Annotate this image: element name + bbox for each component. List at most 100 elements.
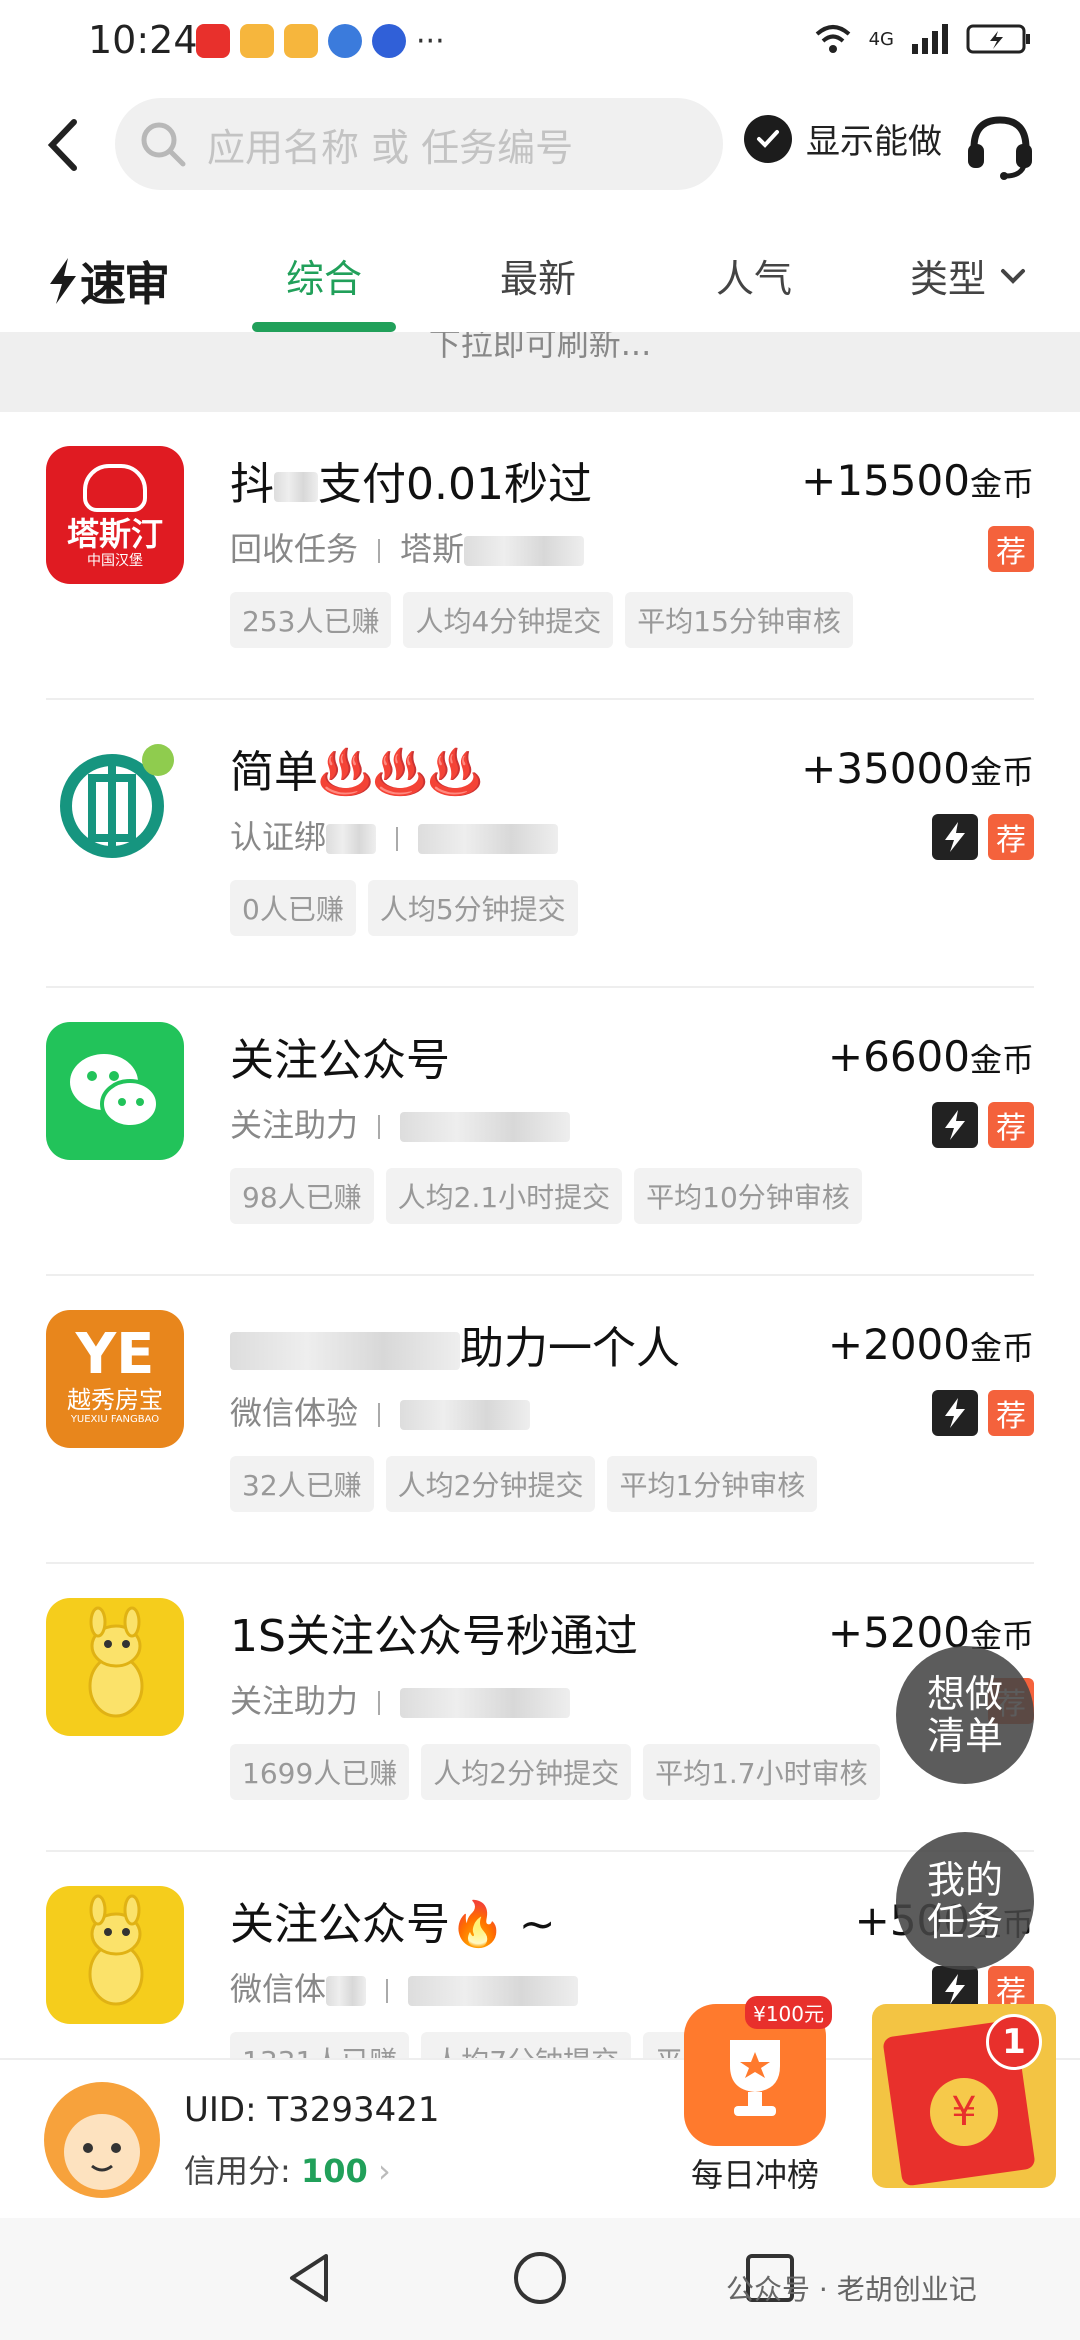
watermark: 公众号 · 老胡创业记: [726, 2273, 977, 2306]
wifi-icon: [815, 25, 850, 53]
browser-notification-icon: [328, 24, 362, 58]
tab-type-dropdown[interactable]: 类型: [910, 248, 1028, 303]
tab-comprehensive[interactable]: 综合: [286, 248, 362, 303]
avatar[interactable]: [44, 2082, 160, 2198]
task-subtitle: 关注助力: [230, 1100, 571, 1146]
nav-back-icon[interactable]: [280, 2248, 340, 2308]
task-item[interactable]: 1S关注公众号秒通过 +5200金币 关注助力 荐 1699人已赚 人均2分钟提…: [46, 1564, 1034, 1852]
show-doable-label: 显示能做: [806, 122, 942, 162]
back-arrow-icon[interactable]: [36, 112, 96, 178]
stat-chip: 253人已赚: [230, 592, 392, 648]
app-logo: 速审: [46, 248, 170, 314]
status-time: 10:24: [88, 18, 198, 62]
system-icons: 4G: [813, 22, 1032, 56]
stat-chip: 平均1.7小时审核: [643, 1744, 880, 1800]
recommend-badge: 荐: [988, 1102, 1034, 1148]
check-icon: [744, 114, 792, 163]
tab-newest[interactable]: 最新: [500, 248, 576, 303]
kangaroo-app-icon: [46, 1886, 184, 2024]
user-id: UID: T3293421: [184, 2090, 440, 2130]
stat-chip: 32人已赚: [230, 1456, 374, 1512]
task-stats: 32人已赚 人均2分钟提交 平均1分钟审核: [230, 1456, 818, 1512]
rank-label: 每日冲榜: [690, 2156, 819, 2194]
user-bar: UID: T3293421 信用分: 100 › ¥100元 每日冲榜 ¥ 1: [0, 1996, 1080, 2218]
task-reward: +5200金币: [827, 1608, 1034, 1657]
chevron-down-icon: [1001, 268, 1026, 284]
task-item[interactable]: 简单♨️♨️♨️ +35000金币 认证绑 荐 0人已赚 人均5分钟提交: [46, 700, 1034, 988]
daily-ranking-button[interactable]: ¥100元 每日冲榜: [680, 1996, 832, 2196]
task-item[interactable]: 塔斯汀 中国汉堡 抖支付0.01秒过 +15500金币 回收任务 塔斯 荐 253…: [46, 412, 1034, 700]
fast-review-icon: [932, 1390, 978, 1436]
show-doable-toggle[interactable]: 显示能做: [744, 114, 942, 163]
wishlist-button[interactable]: 想做清单: [896, 1646, 1034, 1784]
task-title: 助力一个人: [230, 1312, 680, 1376]
task-title: 关注公众号: [230, 1035, 450, 1086]
stat-chip: 平均1分钟审核: [607, 1456, 818, 1512]
trophy-icon: ¥100元: [684, 1996, 832, 2146]
network-type: 4G: [868, 28, 894, 50]
task-badges: 荐: [932, 814, 1034, 860]
task-stats: 253人已赚 人均4分钟提交 平均15分钟审核: [230, 592, 853, 648]
task-reward: +15500金币: [801, 456, 1034, 505]
task-title: 简单♨️♨️♨️: [230, 747, 483, 798]
task-title: 关注公众号🔥 ~: [230, 1899, 556, 1950]
task-stats: 0人已赚 人均5分钟提交: [230, 880, 578, 936]
recommend-badge: 荐: [988, 814, 1034, 860]
stat-chip: 人均2.1小时提交: [385, 1168, 623, 1224]
stat-chip: 人均4分钟提交: [403, 592, 614, 648]
task-item[interactable]: YE 越秀房宝 YUEXIU FANGBAO 助力一个人 +2000金币 微信体…: [46, 1276, 1034, 1564]
status-bar: 10:24 ··· 4G: [0, 0, 1080, 90]
task-reward: +35000金币: [801, 744, 1034, 793]
recommend-badge: 荐: [988, 1390, 1034, 1436]
task-badges: 荐: [988, 526, 1034, 572]
my-tasks-button[interactable]: 我的任务: [896, 1832, 1034, 1970]
weibo-notification-icon: [284, 24, 318, 58]
refresh-text: 下拉即可刷新...: [428, 332, 652, 363]
icon-sublabel: YUEXIU FANGBAO: [70, 1414, 160, 1425]
credit-score[interactable]: 信用分: 100 ›: [184, 2146, 391, 2192]
notification-count: 1: [986, 2014, 1042, 2070]
red-envelope-button[interactable]: ¥ 1: [872, 2004, 1056, 2188]
pull-to-refresh-hint: 下拉即可刷新...: [0, 332, 1080, 412]
icon-sublabel: 中国汉堡: [87, 553, 143, 569]
active-tab-indicator: [252, 322, 396, 332]
fast-review-icon: [932, 814, 978, 860]
task-title: 抖支付0.01秒过: [230, 459, 592, 510]
kangaroo-app-icon: [46, 1598, 184, 1736]
notification-icons: ···: [196, 24, 445, 59]
more-notifications: ···: [416, 24, 445, 59]
task-title: 1S关注公众号秒通过: [230, 1611, 638, 1662]
wechat-app-icon: [46, 1022, 184, 1160]
baidu-notification-icon: [372, 24, 406, 58]
top-bar: 应用名称 或 任务编号 显示能做: [0, 90, 1080, 200]
nav-home-icon[interactable]: [510, 2248, 570, 2308]
task-badges: 荐: [932, 1102, 1034, 1148]
huawei-notification-icon: [196, 24, 230, 58]
task-stats: 98人已赚 人均2.1小时提交 平均10分钟审核: [230, 1168, 862, 1224]
stat-chip: 人均2分钟提交: [385, 1456, 596, 1512]
task-subtitle: 微信体验: [230, 1388, 531, 1434]
task-stats: 1699人已赚 人均2分钟提交 平均1.7小时审核: [230, 1744, 880, 1800]
task-item[interactable]: 关注公众号 +6600金币 关注助力 荐 98人已赚 人均2.1小时提交 平均1…: [46, 988, 1034, 1276]
battery-icon: [966, 24, 1030, 54]
logo-text: 速审: [80, 257, 170, 311]
tab-popular[interactable]: 人气: [716, 248, 792, 303]
stat-chip: 人均2分钟提交: [421, 1744, 632, 1800]
stat-chip: 98人已赚: [230, 1168, 374, 1224]
task-badges: 荐: [932, 1390, 1034, 1436]
icon-label: 塔斯汀: [66, 515, 163, 553]
chevron-right-icon: ›: [377, 2152, 391, 2190]
lightning-icon: [50, 258, 76, 304]
task-subtitle: 认证绑: [230, 812, 559, 858]
signal-icon: [912, 24, 948, 54]
task-subtitle: 回收任务 塔斯: [230, 524, 585, 570]
yuexiu-fangbao-app-icon: YE 越秀房宝 YUEXIU FANGBAO: [46, 1310, 184, 1448]
stat-chip: 平均15分钟审核: [625, 592, 853, 648]
customer-service-icon[interactable]: [962, 108, 1038, 184]
abc-bank-app-icon: [46, 734, 184, 872]
tab-type-label: 类型: [910, 257, 987, 301]
task-reward: +6600金币: [827, 1032, 1034, 1081]
stat-chip: 平均10分钟审核: [634, 1168, 862, 1224]
search-input[interactable]: 应用名称 或 任务编号: [115, 98, 723, 190]
stat-chip: 1699人已赚: [230, 1744, 410, 1800]
